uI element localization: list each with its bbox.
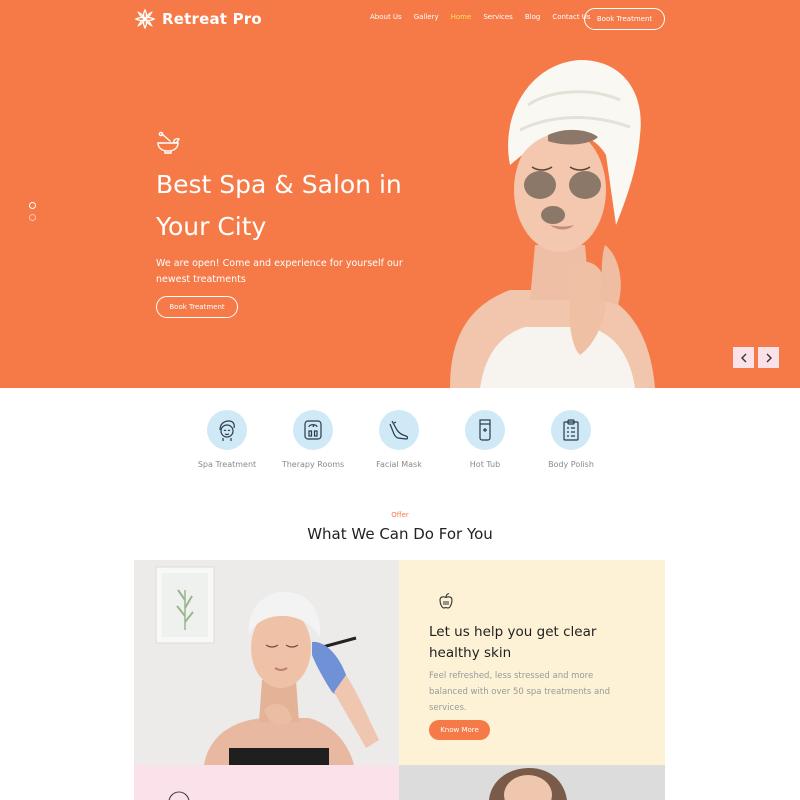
feature-facial-mask[interactable]: Facial Mask (359, 405, 439, 469)
feature-label: Facial Mask (376, 460, 422, 469)
brand-logo[interactable]: Retreat Pro (134, 8, 262, 30)
feature-label: Body Polish (548, 460, 594, 469)
facial-treatment-photo (134, 560, 399, 765)
slide-dot-2[interactable] (29, 214, 36, 221)
offer-card-title: Let us help you get clear healthy skin (429, 624, 597, 661)
slide-dot-1[interactable] (29, 202, 36, 209)
nav-link-services[interactable]: Services (477, 13, 519, 21)
mortar-pestle-icon (157, 131, 180, 154)
scale-icon (304, 420, 322, 440)
woman-face-icon (219, 420, 235, 441)
brand-name: Retreat Pro (162, 10, 262, 28)
chevron-right-icon (766, 353, 772, 362)
feature-hot-tub[interactable]: Hot Tub (445, 405, 525, 469)
clipboard-icon (563, 419, 579, 441)
offer-eyebrow: Offer (391, 511, 409, 519)
next-card-model-photo (399, 765, 665, 800)
cream-tube-icon (479, 419, 491, 441)
offer-card-description: Feel refreshed, less stressed and more b… (429, 671, 610, 713)
offer-card-photo (134, 560, 399, 765)
feature-therapy-rooms[interactable]: Therapy Rooms (273, 405, 353, 469)
feature-icon-circle (551, 410, 591, 450)
next-card-text-panel (134, 765, 399, 800)
hero-title: Best Spa & Salon in Your City (156, 164, 456, 248)
nav-link-blog[interactable]: Blog (519, 13, 546, 21)
hero-book-treatment-button[interactable]: Book Treatment (156, 296, 238, 318)
nav-book-treatment-button[interactable]: Book Treatment (584, 8, 665, 30)
features-row: Spa Treatment Therapy Rooms Facial Mask (0, 405, 800, 485)
slider-arrows (733, 347, 779, 368)
next-card-photo (399, 765, 665, 800)
nav-link-home[interactable]: Home (445, 13, 478, 21)
feature-body-polish[interactable]: Body Polish (531, 405, 611, 469)
hero-section: Retreat Pro About Us Gallery Home Servic… (0, 0, 800, 388)
offer-title: What We Can Do For You (307, 525, 493, 543)
nav-link-gallery[interactable]: Gallery (408, 13, 445, 21)
hero-subtitle: We are open! Come and experience for you… (156, 258, 403, 285)
hero-title-line-1: Best Spa & Salon in (156, 170, 402, 199)
feature-icon-circle (293, 410, 333, 450)
chevron-left-icon (740, 353, 746, 362)
apple-icon (439, 592, 453, 609)
slider-prev-button[interactable] (733, 347, 754, 368)
nav-links: About Us Gallery Home Services Blog Cont… (364, 13, 597, 21)
know-more-button[interactable]: Know More (429, 720, 490, 740)
feature-spa-treatment[interactable]: Spa Treatment (187, 405, 267, 469)
hero-model-photo (450, 60, 655, 388)
hero-title-line-2: Your City (156, 212, 267, 241)
lotus-flower-icon (134, 8, 156, 30)
feature-label: Therapy Rooms (281, 460, 345, 469)
feature-icon-circle (379, 410, 419, 450)
feature-icon-circle (207, 410, 247, 450)
leg-icon (389, 420, 409, 440)
feature-icon-circle (465, 410, 505, 450)
partial-card-icon (168, 791, 190, 800)
slide-dots (29, 202, 36, 226)
top-nav: Retreat Pro About Us Gallery Home Servic… (0, 0, 800, 40)
nav-link-about-us[interactable]: About Us (364, 13, 408, 21)
slider-next-button[interactable] (758, 347, 779, 368)
feature-label: Hot Tub (469, 460, 501, 469)
feature-label: Spa Treatment (197, 460, 257, 469)
